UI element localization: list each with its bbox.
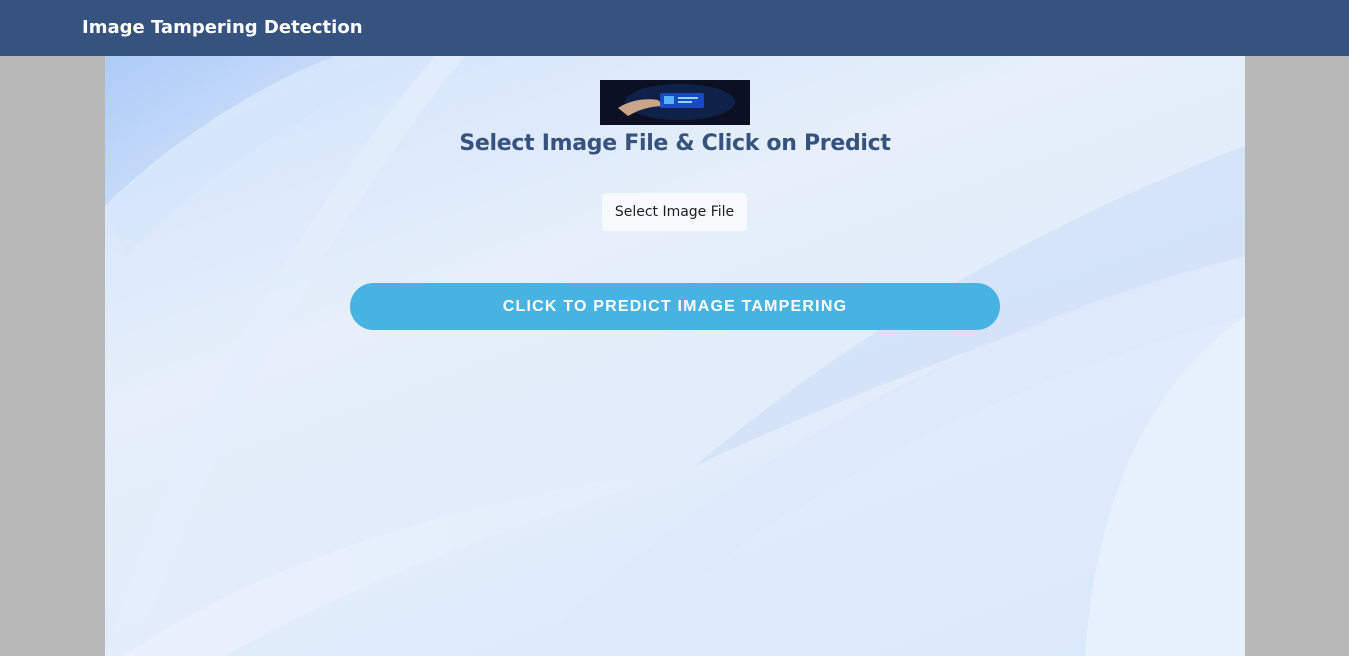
main-content: Select Image File & Click on Predict Sel… bbox=[105, 56, 1245, 656]
page-heading: Select Image File & Click on Predict bbox=[459, 131, 891, 156]
predict-tampering-button[interactable]: CLICK TO PREDICT IMAGE TAMPERING bbox=[350, 283, 1000, 330]
top-navbar: Image Tampering Detection bbox=[0, 0, 1349, 56]
brand-title[interactable]: Image Tampering Detection bbox=[82, 17, 363, 38]
banner-image bbox=[600, 80, 750, 125]
select-image-file-button[interactable]: Select Image File bbox=[602, 193, 747, 231]
